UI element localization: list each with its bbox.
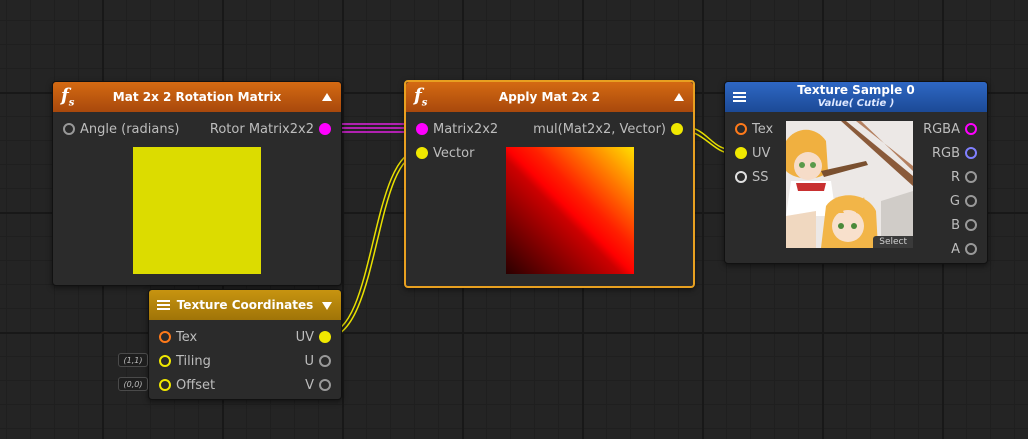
- port-label: RGBA: [923, 121, 960, 137]
- dropdown-arrow-icon[interactable]: [322, 302, 332, 310]
- channel-pin-icon[interactable]: [319, 379, 331, 391]
- channel-pin-icon[interactable]: [319, 355, 331, 367]
- anime-character-thumbnail: [786, 121, 913, 248]
- node-title: Apply Mat 2x 2: [498, 90, 601, 104]
- select-texture-button[interactable]: Select: [873, 236, 913, 248]
- channel-pin-icon[interactable]: [965, 195, 977, 207]
- apply-mat-node[interactable]: fs Apply Mat 2x 2 Matrix2x2 Vector mul(M…: [404, 80, 695, 288]
- vector-pin-icon[interactable]: [159, 355, 171, 367]
- port-label: Offset: [176, 377, 216, 393]
- texture-pin-icon[interactable]: [735, 123, 747, 135]
- node-subtitle: Value( Cutie ): [817, 98, 895, 109]
- function-icon: fs: [61, 85, 75, 109]
- vector-pin-icon[interactable]: [159, 379, 171, 391]
- angle-pin-icon[interactable]: [63, 123, 75, 135]
- ss-input-port[interactable]: SS: [735, 169, 769, 185]
- port-label: UV: [295, 329, 314, 345]
- port-label: B: [951, 217, 960, 233]
- uv-input-port[interactable]: UV: [735, 145, 770, 161]
- tiling-value-field[interactable]: (1,1): [118, 353, 148, 367]
- port-label: Matrix2x2: [433, 121, 499, 137]
- tiling-input-port[interactable]: Tiling: [159, 353, 211, 369]
- a-output-port[interactable]: A: [951, 241, 977, 257]
- tex-input-port[interactable]: Tex: [735, 121, 773, 137]
- port-label: RGB: [931, 145, 960, 161]
- channel-pin-icon[interactable]: [965, 171, 977, 183]
- node-title: Texture Coordinates: [176, 298, 314, 312]
- vector-input-port[interactable]: Vector: [416, 145, 474, 161]
- rgb-pin-icon[interactable]: [965, 147, 977, 159]
- rotation-matrix-node[interactable]: fs Mat 2x 2 Rotation Matrix Angle (radia…: [52, 81, 342, 286]
- port-label: Vector: [433, 145, 475, 161]
- menu-icon[interactable]: [157, 300, 170, 310]
- port-label: mul(Mat2x2, Vector): [533, 121, 666, 137]
- vector-pin-icon[interactable]: [319, 331, 331, 343]
- channel-pin-icon[interactable]: [965, 243, 977, 255]
- uv-output-port[interactable]: UV: [296, 329, 331, 345]
- texture-coordinates-node[interactable]: Texture Coordinates Tex Tiling Offset UV…: [148, 289, 342, 400]
- texture-preview[interactable]: Select: [786, 121, 913, 248]
- mul-output-port[interactable]: mul(Mat2x2, Vector): [533, 121, 683, 137]
- node-title: Mat 2x 2 Rotation Matrix: [112, 90, 282, 104]
- menu-icon[interactable]: [733, 92, 746, 102]
- texture-coordinates-header[interactable]: Texture Coordinates: [149, 290, 341, 320]
- v-output-port[interactable]: V: [305, 377, 331, 393]
- sampler-pin-icon[interactable]: [735, 171, 747, 183]
- rotor-matrix-output-port[interactable]: Rotor Matrix2x2: [210, 121, 331, 137]
- texture-sample-node[interactable]: Texture Sample 0 Value( Cutie ) Tex UV S…: [724, 81, 988, 264]
- port-label: UV: [752, 145, 771, 161]
- vector-pin-icon[interactable]: [416, 147, 428, 159]
- channel-pin-icon[interactable]: [965, 219, 977, 231]
- apply-mat-header[interactable]: fs Apply Mat 2x 2: [406, 82, 693, 112]
- matrix-pin-icon[interactable]: [416, 123, 428, 135]
- texture-pin-icon[interactable]: [159, 331, 171, 343]
- angle-input-port[interactable]: Angle (radians): [63, 121, 179, 137]
- r-output-port[interactable]: R: [951, 169, 977, 185]
- apply-mat-preview: [506, 147, 634, 274]
- g-output-port[interactable]: G: [950, 193, 977, 209]
- u-output-port[interactable]: U: [304, 353, 331, 369]
- port-label: A: [951, 241, 960, 257]
- collapse-arrow-icon[interactable]: [322, 93, 332, 101]
- port-label: U: [304, 353, 314, 369]
- port-label: Tex: [176, 329, 198, 345]
- port-label: V: [305, 377, 314, 393]
- port-label: Angle (radians): [80, 121, 180, 137]
- b-output-port[interactable]: B: [951, 217, 977, 233]
- function-icon: fs: [414, 85, 428, 109]
- matrix-input-port[interactable]: Matrix2x2: [416, 121, 498, 137]
- rgba-pin-icon[interactable]: [965, 123, 977, 135]
- offset-value-field[interactable]: (0,0): [118, 377, 148, 391]
- port-label: Tex: [752, 121, 774, 137]
- port-label: G: [949, 193, 960, 209]
- port-label: Tiling: [176, 353, 211, 369]
- rotation-matrix-preview: [133, 147, 261, 274]
- collapse-arrow-icon[interactable]: [674, 93, 684, 101]
- port-label: R: [950, 169, 960, 185]
- rotation-matrix-header[interactable]: fs Mat 2x 2 Rotation Matrix: [53, 82, 341, 112]
- offset-input-port[interactable]: Offset: [159, 377, 215, 393]
- rgb-output-port[interactable]: RGB: [932, 145, 977, 161]
- vector-pin-icon[interactable]: [671, 123, 683, 135]
- port-label: Rotor Matrix2x2: [209, 121, 314, 137]
- tex-input-port[interactable]: Tex: [159, 329, 197, 345]
- rgba-output-port[interactable]: RGBA: [923, 121, 977, 137]
- matrix-pin-icon[interactable]: [319, 123, 331, 135]
- vector-pin-icon[interactable]: [735, 147, 747, 159]
- texture-sample-header[interactable]: Texture Sample 0 Value( Cutie ): [725, 82, 987, 112]
- node-title: Texture Sample 0: [797, 83, 915, 97]
- port-label: SS: [752, 169, 769, 185]
